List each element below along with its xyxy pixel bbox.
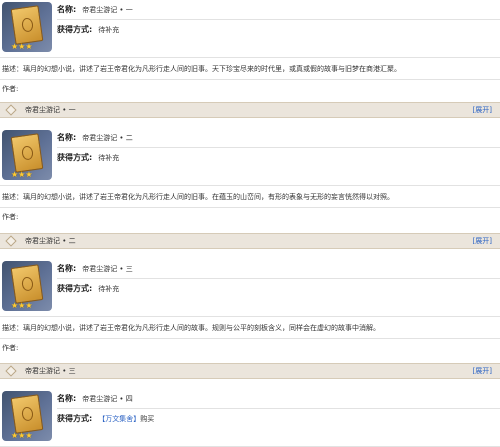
- diamond-icon: [5, 104, 17, 116]
- book-info: ★★★ 名称: 帝君尘游记 • 二 获得方式: 待补充: [0, 128, 500, 186]
- method-row: 获得方式: 待补充: [57, 148, 500, 167]
- name-value: 帝君尘游记 • 二: [82, 133, 133, 142]
- star-icon: ★★★: [11, 431, 33, 440]
- name-label: 名称:: [57, 133, 77, 142]
- method-row: 获得方式: 待补充: [57, 279, 500, 298]
- description: 描述：璃月的幻想小说，讲述了岩王帝君化为凡形行走人间的旧事。天下珍宝尽来的时代里…: [0, 58, 500, 80]
- collapsed-section-bar[interactable]: 帝君尘游记 • 二 [展开]: [0, 233, 500, 249]
- book-info: ★★★ 名称: 帝君尘游记 • 一 获得方式: 待补充: [0, 0, 500, 58]
- book-entry-4: ★★★ 名称: 帝君尘游记 • 四 获得方式: 【万文集舍】 购买: [0, 389, 500, 447]
- author-label: 作者:: [2, 213, 19, 221]
- book-icon: [10, 264, 44, 304]
- section-title: 帝君尘游记 • 一: [25, 106, 76, 114]
- author-label: 作者:: [2, 344, 19, 352]
- book-icon: [10, 394, 44, 434]
- method-suffix: 购买: [140, 414, 155, 423]
- section-title: 帝君尘游记 • 三: [25, 367, 76, 375]
- method-value: 待补充: [98, 284, 120, 293]
- book-info: ★★★ 名称: 帝君尘游记 • 四 获得方式: 【万文集舍】 购买: [0, 389, 500, 447]
- star-icon: ★★★: [11, 42, 33, 51]
- book-icon: [10, 133, 44, 173]
- name-value: 帝君尘游记 • 四: [82, 394, 133, 403]
- name-row: 名称: 帝君尘游记 • 一: [57, 0, 500, 20]
- expand-link[interactable]: [展开]: [473, 236, 492, 246]
- name-row: 名称: 帝君尘游记 • 四: [57, 389, 500, 409]
- star-icon: ★★★: [11, 170, 33, 179]
- method-label: 获得方式:: [57, 284, 93, 293]
- book-info: ★★★ 名称: 帝君尘游记 • 三 获得方式: 待补充: [0, 259, 500, 317]
- book-entry-1: ★★★ 名称: 帝君尘游记 • 一 获得方式: 待补充 描述：璃月的幻想小说，讲…: [0, 0, 500, 98]
- star-icon: ★★★: [11, 301, 33, 310]
- book-thumbnail: ★★★: [2, 261, 52, 311]
- description: 描述：璃月的幻想小说，讲述了岩王帝君化为凡形行走人间的旧事。在蕴玉的山峦间，有形…: [0, 186, 500, 208]
- method-label: 获得方式:: [57, 153, 93, 162]
- collapsed-section-bar[interactable]: 帝君尘游记 • 一 [展开]: [0, 102, 500, 118]
- method-value: 待补充: [98, 25, 120, 34]
- shop-link[interactable]: 【万文集舍】: [98, 414, 140, 424]
- book-thumbnail: ★★★: [2, 391, 52, 441]
- author-label: 作者:: [2, 85, 19, 93]
- author-row: 作者:: [0, 208, 500, 226]
- section-title: 帝君尘游记 • 二: [25, 237, 76, 245]
- diamond-icon: [5, 365, 17, 377]
- expand-link[interactable]: [展开]: [473, 105, 492, 115]
- name-label: 名称:: [57, 264, 77, 273]
- name-label: 名称:: [57, 394, 77, 403]
- author-row: 作者:: [0, 80, 500, 98]
- name-label: 名称:: [57, 5, 77, 14]
- book-thumbnail: ★★★: [2, 2, 52, 52]
- name-row: 名称: 帝君尘游记 • 二: [57, 128, 500, 148]
- description: 描述：璃月的幻想小说，讲述了岩王帝君化为凡形行走人间的故事。规则与公平的刻板含义…: [0, 317, 500, 339]
- book-entry-2: ★★★ 名称: 帝君尘游记 • 二 获得方式: 待补充 描述：璃月的幻想小说，讲…: [0, 128, 500, 226]
- book-icon: [10, 5, 44, 45]
- author-row: 作者:: [0, 339, 500, 357]
- name-value: 帝君尘游记 • 一: [82, 5, 133, 14]
- name-row: 名称: 帝君尘游记 • 三: [57, 259, 500, 279]
- method-row: 获得方式: 【万文集舍】 购买: [57, 409, 500, 428]
- diamond-icon: [5, 235, 17, 247]
- name-value: 帝君尘游记 • 三: [82, 264, 133, 273]
- method-label: 获得方式:: [57, 25, 93, 34]
- expand-link[interactable]: [展开]: [473, 366, 492, 376]
- method-row: 获得方式: 待补充: [57, 20, 500, 39]
- collapsed-section-bar[interactable]: 帝君尘游记 • 三 [展开]: [0, 363, 500, 379]
- book-thumbnail: ★★★: [2, 130, 52, 180]
- method-value: 待补充: [98, 153, 120, 162]
- book-entry-3: ★★★ 名称: 帝君尘游记 • 三 获得方式: 待补充 描述：璃月的幻想小说，讲…: [0, 259, 500, 357]
- method-label: 获得方式:: [57, 414, 93, 423]
